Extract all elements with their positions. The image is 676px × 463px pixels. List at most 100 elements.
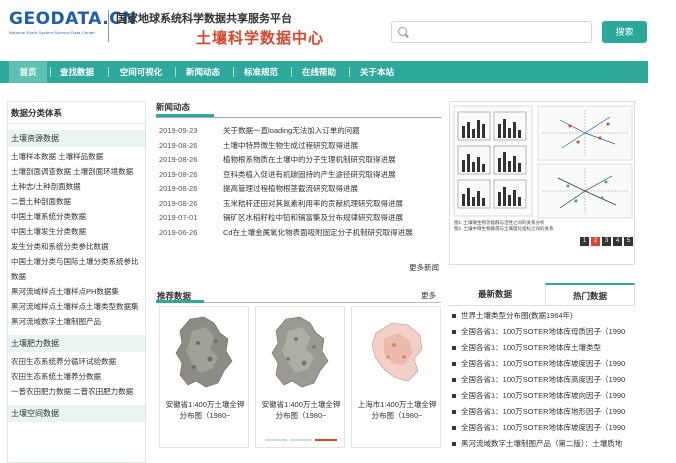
nav-spatial-visualization[interactable]: 空间可视化: [111, 61, 171, 83]
hot-data-title[interactable]: 全国各省1：100万SOTER地体库地形因子（1990: [461, 407, 625, 416]
list-item[interactable]: 全国各省1：100万SOTER地体库土壤类型: [452, 340, 642, 356]
list-item[interactable]: 全国各省1：100万SOTER地体库坡度因子（1990: [452, 356, 642, 372]
category-sidebar: 数据分类体系 土壤资源数据 土壤样本数据 土壤样品数据 土壤剖面调查数据 土壤剖…: [7, 101, 146, 463]
news-headline[interactable]: Cd在土壤金属氧化物表面吸附固定分子机制研究取得进展: [223, 228, 413, 237]
sidebar-link[interactable]: 中国土壤分类与国际土壤分类系统参比: [8, 256, 145, 267]
bullet-icon: [452, 362, 456, 367]
sidebar-link[interactable]: 中国土壤发生分类数据: [8, 226, 145, 237]
sidebar-link[interactable]: 一普农田肥力数据 二普农田肥力数据: [8, 386, 145, 397]
list-item[interactable]: 全国各省1：100万SOTER地体库坡度因子（1990: [452, 420, 642, 436]
news-item[interactable]: 2019-07-01 镉矿区水稻籽粒中铅和镉富集及分布规律研究取得进展: [159, 211, 449, 226]
list-item[interactable]: 黑河流域数字土壤制图产品（第二版）：土壤质地: [452, 436, 642, 452]
recommended-card[interactable]: 安徽省1:400万土壤全钾分布图（1980~: [255, 306, 345, 448]
sidebar-link[interactable]: 黑河流域样点土壤样点PH数据集: [8, 286, 145, 297]
nav-about[interactable]: 关于本站: [352, 61, 402, 83]
news-item[interactable]: 2019-08-26 植物根系物质在土壤中的分子生理机制研究取得进展: [159, 153, 449, 168]
nav-separator: [108, 67, 109, 77]
list-item[interactable]: 全国各省1：100万SOTER地体库母质因子（1990: [452, 324, 642, 340]
news-divider: [156, 117, 441, 118]
recommended-card-title[interactable]: 上海市1:400万土壤全钾分布图（1980~: [356, 399, 438, 421]
caption-line: 图2. 土壤中微生物群落与土壤理化指标之间的关系: [454, 226, 554, 231]
bullet-icon: [452, 442, 456, 447]
news-headline[interactable]: 豆科类植入促进有机碳固持的产生途径研究取得进展: [223, 170, 396, 179]
news-headline[interactable]: 玉米秸秆还田对其氮素利用率的贡献机理研究取得进展: [223, 199, 403, 208]
news-headline[interactable]: 植物根系物质在土壤中的分子生理机制研究取得进展: [223, 155, 396, 164]
carousel-indicator[interactable]: [290, 439, 312, 441]
sidebar-link[interactable]: 土壤样本数据 土壤样品数据: [8, 151, 145, 162]
news-headline[interactable]: 关于数据一直loading无法加入订单的问题: [223, 126, 360, 135]
featured-image-carousel[interactable]: 图1. 土壤微生物功能群与活性之间的关系分析 图2. 土壤中微生物群落与土壤理化…: [449, 101, 635, 265]
nav-standards[interactable]: 标准规范: [236, 61, 286, 83]
news-item[interactable]: 2019-08-26 土壤中特异微生物生成过程研究取得进展: [159, 139, 449, 154]
news-item[interactable]: 2019-06-26 Cd在土壤金属氧化物表面吸附固定分子机制研究取得进展: [159, 226, 449, 241]
main-nav: 首页 查找数据 空间可视化 新闻动态 标准规范 在线帮助 关于本站: [0, 61, 648, 83]
hot-data-title[interactable]: 全国各省1：100万SOTER地体库坡度因子（1990: [461, 423, 625, 432]
news-item[interactable]: 2019-09-23 关于数据一直loading无法加入订单的问题: [159, 124, 449, 139]
hot-data-title[interactable]: 全国各省1：100万SOTER地体库高度因子（1990: [461, 375, 625, 384]
sidebar-link[interactable]: 黑河流域样点土壤样点土壤类型数据集: [8, 301, 145, 312]
search-button[interactable]: 搜索: [602, 21, 647, 43]
carousel-dot[interactable]: 3: [602, 237, 611, 246]
news-headline[interactable]: 土壤中特异微生物生成过程研究取得进展: [223, 141, 358, 150]
carousel-dot[interactable]: 1: [580, 237, 589, 246]
bullet-icon: [452, 394, 456, 399]
sidebar-link[interactable]: 数据: [8, 271, 145, 282]
news-item[interactable]: 2019-08-26 豆科类植入促进有机碳固持的产生途径研究取得进展: [159, 168, 449, 183]
nav-find-data[interactable]: 查找数据: [52, 61, 102, 83]
list-item[interactable]: 世界土壤类型分布图(数据1964年): [452, 308, 642, 324]
hot-data-title[interactable]: 全国各省1：100万SOTER地体库土壤类型: [461, 343, 601, 352]
carousel-indicator-active[interactable]: [315, 439, 337, 441]
tab-hot-data[interactable]: 热门数据: [545, 283, 635, 305]
nav-home[interactable]: 首页: [9, 61, 47, 83]
news-headline[interactable]: 提高管理过程植物根茎截流研究取得进展: [223, 184, 358, 193]
list-item[interactable]: 全国各省1：100万SOTER地体库地形因子（1990: [452, 404, 642, 420]
sidebar-link[interactable]: 土种志/土种剖面数据: [8, 181, 145, 192]
search-input[interactable]: [412, 25, 587, 39]
recommended-more-link[interactable]: 更多: [421, 290, 436, 301]
news-title: 新闻动态: [156, 102, 191, 112]
soil-map-thumbnail: [371, 322, 423, 382]
more-news-link[interactable]: 更多新闻: [409, 262, 439, 273]
hot-data-title[interactable]: 全国各省1：100万SOTER地体库坡向因子（1990: [461, 391, 625, 400]
carousel-dot-active[interactable]: 2: [591, 237, 600, 246]
sidebar-section-soil-resources[interactable]: 土壤资源数据: [8, 130, 145, 147]
bullet-icon: [452, 378, 456, 383]
recommended-card-title[interactable]: 安徽省1:400万土壤全钾分布图（1980~: [164, 399, 246, 421]
geodata-logo[interactable]: GEODATA.CN National Earth System Science…: [9, 10, 136, 42]
carousel-dot[interactable]: 4: [613, 237, 622, 246]
carousel-dot[interactable]: 5: [624, 237, 633, 246]
hot-data-title[interactable]: 全国各省1：100万SOTER地体库坡度因子（1990: [461, 359, 625, 368]
hot-data-title[interactable]: 全国各省1：100万SOTER地体库母质因子（1990: [461, 327, 625, 336]
sidebar-link[interactable]: 中国土壤系统分类数据: [8, 211, 145, 222]
list-item[interactable]: 全国各省1：100万SOTER地体库高度因子（1990: [452, 372, 642, 388]
bullet-icon: [452, 330, 456, 335]
sidebar-link[interactable]: 发生分类和系统分类参比数据: [8, 241, 145, 252]
sidebar-link[interactable]: 农田生态系统养分循环试验数据: [8, 356, 145, 367]
nav-online-help[interactable]: 在线帮助: [294, 61, 344, 83]
sidebar-link[interactable]: 黑河流域数字土壤制图产品: [8, 316, 145, 327]
sidebar-section-soil-fertility[interactable]: 土壤肥力数据: [8, 335, 145, 352]
list-item[interactable]: 全国各省1：100万SOTER地体库坡向因子（1990: [452, 388, 642, 404]
news-item[interactable]: 2019-08-26 玉米秸秆还田对其氮素利用率的贡献机理研究取得进展: [159, 197, 449, 212]
news-item[interactable]: 2019-08-26 提高管理过程植物根茎截流研究取得进展: [159, 182, 449, 197]
hot-data-title[interactable]: 世界土壤类型分布图(数据1964年): [461, 311, 573, 320]
logo-subtitle: National Earth System Science Data Cente…: [9, 30, 96, 35]
recommended-card[interactable]: 上海市1:400万土壤全钾分布图（1980~: [351, 306, 441, 448]
recommended-card-title[interactable]: 安徽省1:400万土壤全钾分布图（1980~: [260, 399, 342, 421]
sidebar-section-soil-spatial[interactable]: 土壤空间数据: [8, 405, 145, 422]
news-list: 2019-09-23 关于数据一直loading无法加入订单的问题 2019-08…: [159, 124, 449, 240]
tab-latest-data[interactable]: 最新数据: [449, 283, 541, 305]
sidebar-link[interactable]: 土壤剖面调查数据 土壤剖面环境数据: [8, 166, 145, 177]
news-date: 2019-09-23: [159, 126, 198, 135]
recommended-title-underline: [156, 300, 204, 303]
nav-separator: [50, 67, 51, 77]
news-headline[interactable]: 镉矿区水稻籽粒中铅和镉富集及分布规律研究取得进展: [223, 213, 403, 222]
sidebar-link[interactable]: 农田生态系统土壤养分数据: [8, 371, 145, 382]
sidebar-link[interactable]: 二普土种剖面数据: [8, 196, 145, 207]
hot-data-title[interactable]: 黑河流域数字土壤制图产品（第二版）：土壤质地: [461, 439, 622, 448]
nav-news[interactable]: 新闻动态: [178, 61, 228, 83]
carousel-indicator[interactable]: [265, 439, 287, 441]
recommended-card[interactable]: 安徽省1:400万土壤全钾分布图（1980~: [159, 306, 249, 448]
search-box[interactable]: [391, 21, 592, 43]
center-name: 土壤科学数据中心: [196, 30, 325, 47]
